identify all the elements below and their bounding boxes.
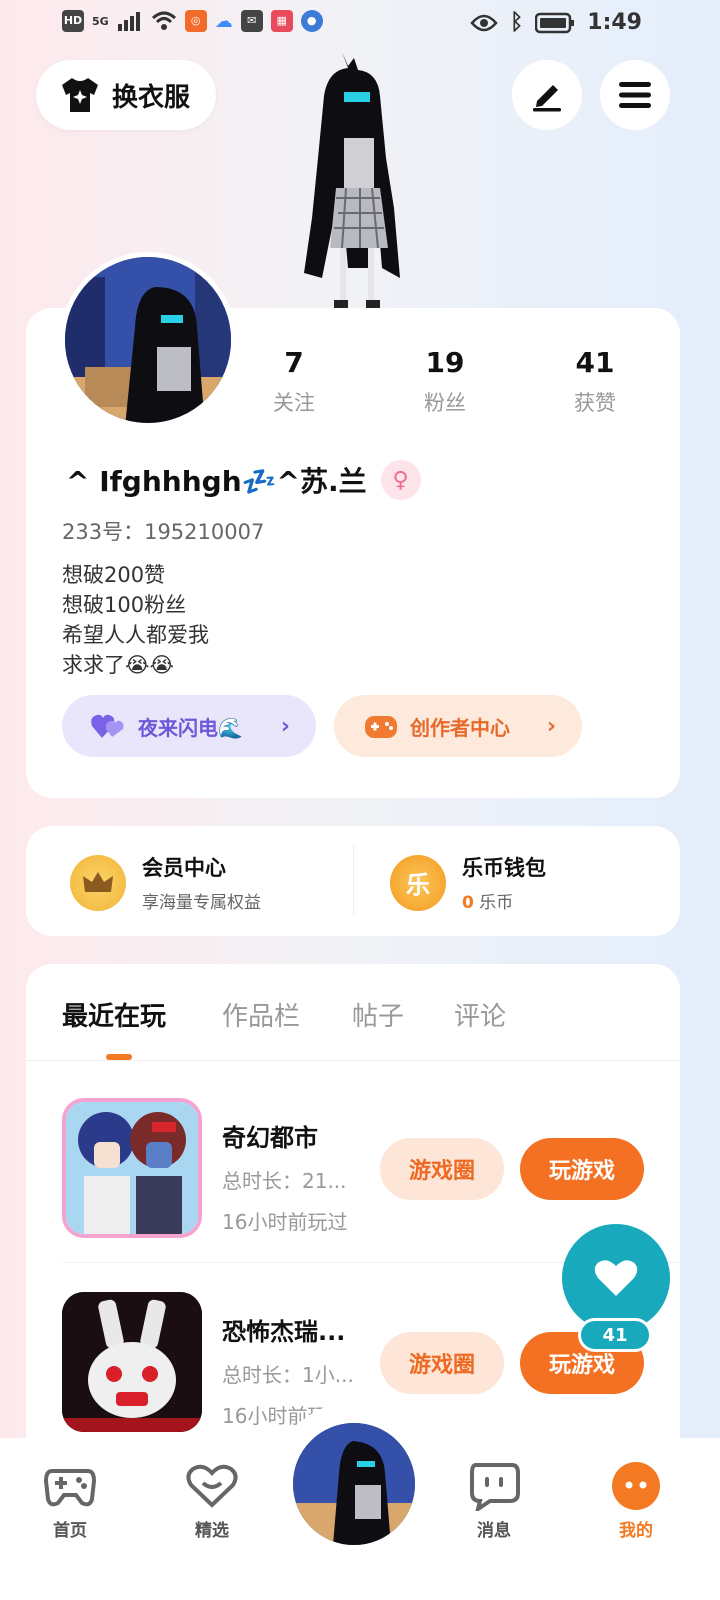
nav-messages-label: 消息 [477, 1521, 511, 1541]
tab-works[interactable]: 作品栏 [222, 996, 300, 1033]
menu-icon [619, 82, 651, 108]
game-name[interactable]: 奇幻都市 [222, 1118, 347, 1153]
crown-icon [70, 854, 126, 911]
game-duration: 总时长：1小... [222, 1363, 354, 1387]
wallet-title: 乐币钱包 [462, 856, 546, 880]
nav-featured[interactable]: 精选 [162, 1456, 262, 1541]
creator-center-button[interactable]: 创作者中心 › [334, 695, 582, 757]
like-button[interactable] [562, 1224, 670, 1332]
stat-likes[interactable]: 41 获赞 [535, 346, 655, 417]
battery-icon [535, 12, 575, 33]
crown-icon-shape [83, 871, 113, 892]
edit-profile-button[interactable] [512, 60, 582, 130]
clock: 1:49 [587, 10, 642, 35]
stat-following[interactable]: 7 关注 [234, 346, 354, 417]
guard-group-button[interactable]: 夜来闪电🌊 › [62, 695, 316, 757]
bio-line: 求求了😭😭 [62, 653, 175, 677]
change-outfit-label: 换衣服 [112, 82, 191, 113]
game-duration: 总时长：21... [222, 1169, 347, 1193]
user-id[interactable]: 233号：195210007 [62, 516, 264, 546]
status-right: ᛒ 1:49 [470, 10, 642, 35]
creator-center-label: 创作者中心 [410, 715, 510, 740]
member-center-title: 会员中心 [142, 856, 226, 880]
likes-label: 获赞 [574, 391, 616, 415]
chevron-right-icon: › [280, 713, 290, 739]
status-bar: HD 5G ◎ ☁ ✉ ▦ ● ᛒ 1:49 [0, 0, 720, 48]
eye-icon [470, 14, 498, 31]
game-circle-button[interactable]: 游戏圈 [380, 1138, 504, 1200]
member-center-subtitle: 享海量专属权益 [142, 893, 261, 913]
heart-icon [594, 1260, 638, 1296]
status-left: HD 5G ◎ ☁ ✉ ▦ ● [62, 10, 323, 32]
likes-count: 41 [575, 346, 615, 379]
guard-group-label: 夜来闪电🌊 [138, 715, 243, 740]
following-label: 关注 [273, 391, 315, 415]
nav-home-label: 首页 [53, 1521, 87, 1541]
like-count-badge: 41 [578, 1318, 652, 1352]
game-last-played: 16小时前玩过 [222, 1210, 348, 1234]
tab-comments[interactable]: 评论 [454, 996, 506, 1033]
wallet-amount: 0 [462, 893, 474, 913]
hearts-icon [91, 714, 124, 738]
stat-followers[interactable]: 19 粉丝 [385, 346, 505, 417]
nav-avatar-button[interactable] [290, 1420, 418, 1548]
gamepad-icon [43, 1469, 97, 1507]
play-game-button[interactable]: 玩游戏 [520, 1138, 644, 1200]
chat-bubble-icon [470, 1463, 520, 1511]
game-name[interactable]: 恐怖杰瑞... [222, 1312, 354, 1347]
mail-notification-icon: ✉ [240, 10, 263, 32]
following-count: 7 [284, 346, 304, 379]
followers-label: 粉丝 [424, 391, 466, 415]
member-center-entry[interactable]: 会员中心 享海量专属权益 [70, 852, 261, 913]
game-icon[interactable] [62, 1098, 202, 1238]
username: ^ Ifghhhgh💤^苏.兰 [66, 465, 367, 498]
coin-icon: 乐 [390, 854, 446, 911]
menu-button[interactable] [600, 60, 670, 130]
shirt-icon [62, 78, 98, 112]
app-notification-icon: ◎ [184, 10, 207, 32]
change-outfit-button[interactable]: 换衣服 [36, 60, 216, 130]
avatar-character-figure[interactable] [282, 48, 432, 310]
game-circle-button[interactable]: 游戏圈 [380, 1332, 504, 1394]
calendar-notification-icon: ▦ [270, 10, 293, 32]
avatar-image [293, 1423, 415, 1545]
nav-home[interactable]: 首页 [20, 1456, 120, 1541]
tab-posts[interactable]: 帖子 [352, 996, 404, 1033]
nav-featured-label: 精选 [195, 1521, 229, 1541]
game-thumbnail [66, 1102, 198, 1234]
wifi-icon [151, 11, 176, 30]
network-type: 5G [92, 14, 109, 28]
divider [353, 844, 354, 916]
signal-icon [117, 12, 140, 31]
game-info: 奇幻都市 总时长：21... 16小时前玩过 [222, 1118, 347, 1235]
profile-face-icon [612, 1462, 660, 1510]
heart-face-icon [186, 1464, 238, 1508]
game-thumbnail [62, 1292, 202, 1432]
nav-messages[interactable]: 消息 [444, 1456, 544, 1541]
game-icon[interactable] [62, 1292, 202, 1432]
bio-line: 想破100粉丝 [62, 593, 187, 617]
female-gender-icon: ♀ [380, 460, 421, 500]
browser-notification-icon: ● [300, 10, 323, 32]
bluetooth-icon: ᛒ [510, 10, 524, 35]
coin-wallet-entry[interactable]: 乐 乐币钱包 0 乐币 [390, 852, 546, 913]
wallet-unit: 乐币 [479, 893, 514, 913]
username-row: ^ Ifghhhgh💤^苏.兰 ♀ [66, 460, 421, 500]
gamepad-icon [365, 716, 397, 738]
nav-me[interactable]: 我的 [586, 1456, 686, 1541]
cloud-icon: ☁ [214, 10, 233, 32]
bio-line: 希望人人都爱我 [62, 623, 209, 647]
pen-icon [533, 85, 561, 112]
nav-me-label: 我的 [619, 1521, 653, 1541]
tab-recently-played[interactable]: 最近在玩 [62, 996, 166, 1033]
profile-avatar[interactable] [60, 252, 236, 428]
bio: 想破200赞 想破100粉丝 希望人人都爱我 求求了😭😭 [62, 560, 209, 680]
followers-count: 19 [425, 346, 465, 379]
hd-indicator: HD [62, 10, 84, 32]
bio-line: 想破200赞 [62, 563, 166, 587]
wallet-balance: 0 乐币 [462, 888, 546, 913]
chevron-right-icon: › [546, 713, 556, 739]
divider [26, 1060, 680, 1061]
